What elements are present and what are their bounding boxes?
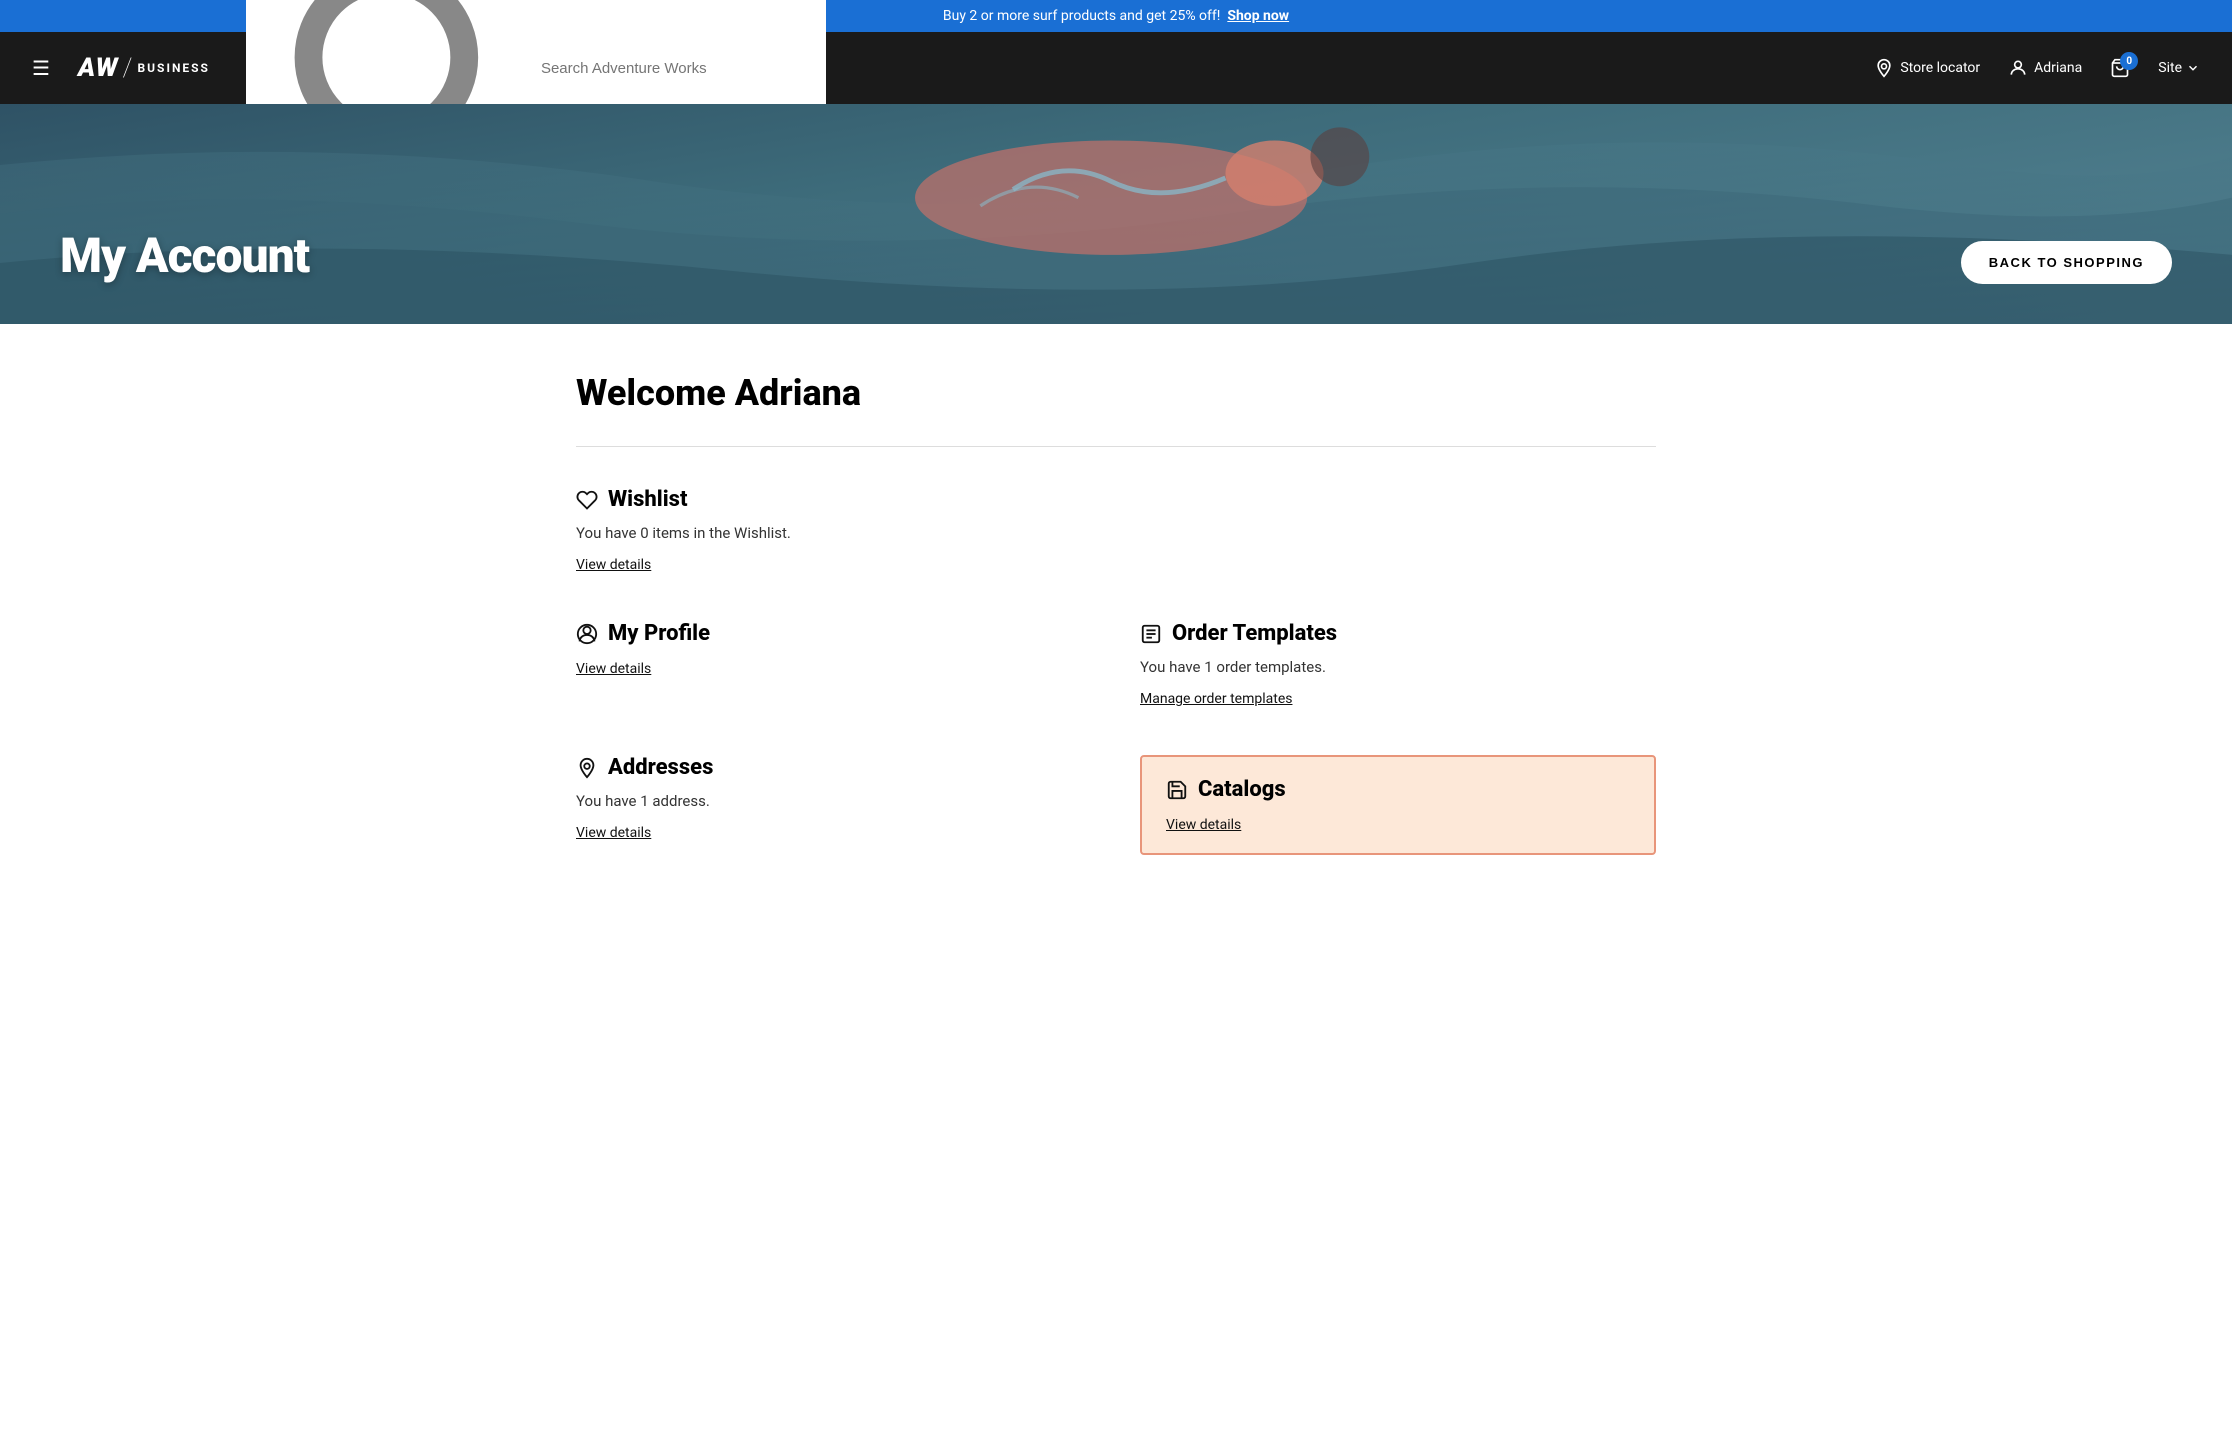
- catalogs-title: Catalogs: [1166, 777, 1630, 802]
- addresses-catalogs-grid: Addresses You have 1 address. View detai…: [576, 755, 1656, 855]
- promo-text: Buy 2 or more surf products and get 25% …: [943, 8, 1221, 24]
- back-to-shopping-button[interactable]: BACK TO SHOPPING: [1961, 241, 2172, 284]
- order-templates-icon: [1140, 623, 1162, 645]
- manage-order-templates-link[interactable]: Manage order templates: [1140, 691, 1292, 707]
- navbar: ☰ AW / BUSINESS Store locator Adriana 0: [0, 32, 2232, 104]
- wishlist-section: Wishlist You have 0 items in the Wishlis…: [576, 487, 1656, 573]
- order-templates-title: Order Templates: [1140, 621, 1656, 646]
- site-dropdown[interactable]: Site: [2158, 60, 2200, 76]
- catalogs-view-details-link[interactable]: View details: [1166, 817, 1241, 833]
- store-locator-button[interactable]: Store locator: [1874, 58, 1980, 78]
- logo-aw: AW: [78, 53, 119, 83]
- cart-button[interactable]: 0: [2110, 58, 2130, 78]
- user-label: Adriana: [2034, 60, 2082, 76]
- cart-badge: 0: [2120, 52, 2138, 70]
- hero-background: [0, 104, 2232, 324]
- catalogs-section: Catalogs View details: [1140, 755, 1656, 855]
- wishlist-description: You have 0 items in the Wishlist.: [576, 524, 1656, 542]
- page-title: My Account: [60, 227, 309, 284]
- profile-icon: [576, 623, 598, 645]
- logo-slash: /: [123, 53, 134, 83]
- section-divider: [576, 446, 1656, 447]
- wishlist-view-details-link[interactable]: View details: [576, 557, 651, 573]
- main-content: Welcome Adriana Wishlist You have 0 item…: [516, 324, 1716, 951]
- user-icon: [2008, 58, 2028, 78]
- profile-templates-grid: My Profile View details Order Templates …: [576, 621, 1656, 707]
- wishlist-title: Wishlist: [576, 487, 1656, 512]
- user-account-button[interactable]: Adriana: [2008, 58, 2082, 78]
- search-input[interactable]: [541, 60, 808, 77]
- store-locator-label: Store locator: [1900, 60, 1980, 76]
- chevron-down-icon: [2186, 61, 2200, 75]
- hero-banner: My Account BACK TO SHOPPING: [0, 104, 2232, 324]
- logo-business: BUSINESS: [137, 61, 209, 75]
- site-label: Site: [2158, 60, 2182, 76]
- heart-icon: [576, 489, 598, 511]
- hamburger-icon[interactable]: ☰: [32, 56, 50, 80]
- addresses-view-details-link[interactable]: View details: [576, 825, 651, 841]
- welcome-heading: Welcome Adriana: [576, 372, 1656, 414]
- logo[interactable]: AW / BUSINESS: [78, 53, 210, 83]
- profile-title: My Profile: [576, 621, 1092, 646]
- addresses-title: Addresses: [576, 755, 1092, 780]
- addresses-section: Addresses You have 1 address. View detai…: [576, 755, 1092, 855]
- location-icon: [1874, 58, 1894, 78]
- my-profile-section: My Profile View details: [576, 621, 1092, 707]
- catalogs-icon: [1166, 779, 1188, 801]
- nav-right: Store locator Adriana 0 Site: [1874, 58, 2200, 78]
- order-templates-section: Order Templates You have 1 order templat…: [1140, 621, 1656, 707]
- address-icon: [576, 757, 598, 779]
- addresses-description: You have 1 address.: [576, 792, 1092, 810]
- promo-link[interactable]: Shop now: [1227, 8, 1289, 24]
- profile-view-details-link[interactable]: View details: [576, 661, 651, 677]
- order-templates-description: You have 1 order templates.: [1140, 658, 1656, 676]
- catalogs-card: Catalogs View details: [1140, 755, 1656, 855]
